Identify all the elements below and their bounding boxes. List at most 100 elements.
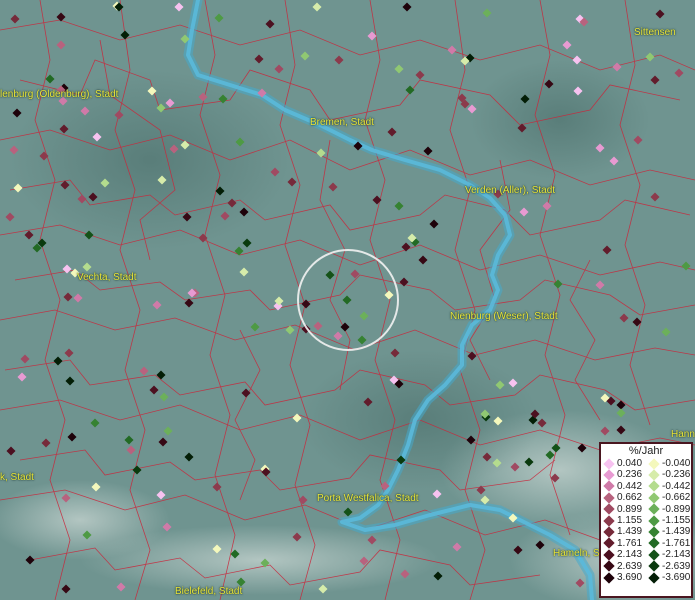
station-marker[interactable] [301,299,311,309]
station-marker[interactable] [159,392,169,402]
station-marker[interactable] [254,54,264,64]
legend-value: -1.439 [662,526,691,538]
station-marker[interactable] [372,195,382,205]
station-marker[interactable] [394,64,404,74]
station-marker[interactable] [394,201,404,211]
legend-row: 1.761 -1.761 [601,538,691,550]
station-marker[interactable] [616,408,626,418]
legend-entry-positive: 0.236 [601,469,646,481]
station-marker[interactable] [45,74,55,84]
legend-row: 1.155 -1.155 [601,515,691,527]
station-marker[interactable] [482,8,492,18]
station-marker[interactable] [24,230,34,240]
station-marker[interactable] [163,426,173,436]
station-marker[interactable] [82,262,92,272]
legend-swatch [603,492,615,504]
station-marker[interactable] [10,14,20,24]
station-marker[interactable] [313,321,323,331]
station-marker[interactable] [12,108,22,118]
station-marker[interactable] [418,255,428,265]
station-marker[interactable] [616,400,626,410]
legend-swatch [648,503,660,515]
station-marker[interactable] [152,300,162,310]
station-marker[interactable] [149,385,159,395]
station-marker[interactable] [325,270,335,280]
legend-value: 0.899 [617,503,643,515]
station-marker[interactable] [359,311,369,321]
station-marker[interactable] [619,313,629,323]
station-marker[interactable] [156,490,166,500]
station-marker[interactable] [184,452,194,462]
station-marker[interactable] [250,322,260,332]
station-marker[interactable] [405,85,415,95]
station-marker[interactable] [452,542,462,552]
station-marker[interactable] [300,51,310,61]
station-marker[interactable] [90,418,100,428]
legend-value: -0.236 [662,469,691,481]
station-marker[interactable] [274,64,284,74]
station-marker[interactable] [415,70,425,80]
station-marker[interactable] [25,555,35,565]
station-marker[interactable] [661,327,671,337]
station-marker[interactable] [681,261,691,271]
station-marker[interactable] [126,445,136,455]
station-marker[interactable] [387,127,397,137]
station-marker[interactable] [174,2,184,12]
station-marker[interactable] [562,40,572,50]
station-marker[interactable] [650,75,660,85]
station-marker[interactable] [602,245,612,255]
station-marker[interactable] [343,507,353,517]
station-marker[interactable] [17,372,27,382]
station-marker[interactable] [328,182,338,192]
station-marker[interactable] [5,212,15,222]
station-marker[interactable] [116,582,126,592]
station-marker[interactable] [542,201,552,211]
station-marker[interactable] [20,354,30,364]
station-marker[interactable] [645,52,655,62]
station-marker[interactable] [595,280,605,290]
legend-entry-positive: 2.143 [601,549,646,561]
station-marker[interactable] [674,68,684,78]
station-marker[interactable] [312,2,322,12]
station-marker[interactable] [239,267,249,277]
station-marker[interactable] [433,571,443,581]
station-marker[interactable] [287,177,297,187]
station-marker[interactable] [401,242,411,252]
station-marker[interactable] [73,293,83,303]
station-marker[interactable] [519,207,529,217]
station-marker[interactable] [67,432,77,442]
station-marker[interactable] [214,13,224,23]
station-marker[interactable] [423,146,433,156]
station-marker[interactable] [6,446,16,456]
station-marker[interactable] [61,584,71,594]
station-marker[interactable] [156,370,166,380]
station-marker[interactable] [158,437,168,447]
station-marker[interactable] [65,376,75,386]
station-marker[interactable] [342,295,352,305]
station-marker[interactable] [553,279,563,289]
station-marker[interactable] [447,45,457,55]
station-marker[interactable] [124,435,134,445]
station-marker[interactable] [63,292,73,302]
station-marker[interactable] [41,438,51,448]
station-marker[interactable] [334,55,344,65]
map-canvas[interactable]: lenburg (Oldenburg), Stadt Bremen, Stadt… [0,0,695,600]
station-marker[interactable] [241,388,251,398]
station-marker[interactable] [402,2,412,12]
station-marker[interactable] [432,489,442,499]
station-marker[interactable] [357,335,367,345]
station-marker[interactable] [298,495,308,505]
station-marker[interactable] [384,290,394,300]
station-marker[interactable] [333,331,343,341]
station-marker[interactable] [56,40,66,50]
station-marker[interactable] [316,148,326,158]
station-marker[interactable] [64,348,74,358]
station-marker[interactable] [139,366,149,376]
station-marker[interactable] [612,62,622,72]
station-marker[interactable] [429,219,439,229]
station-marker[interactable] [655,9,665,19]
station-marker[interactable] [265,19,275,29]
station-marker[interactable] [53,356,63,366]
station-marker[interactable] [650,192,660,202]
station-marker[interactable] [242,238,252,248]
